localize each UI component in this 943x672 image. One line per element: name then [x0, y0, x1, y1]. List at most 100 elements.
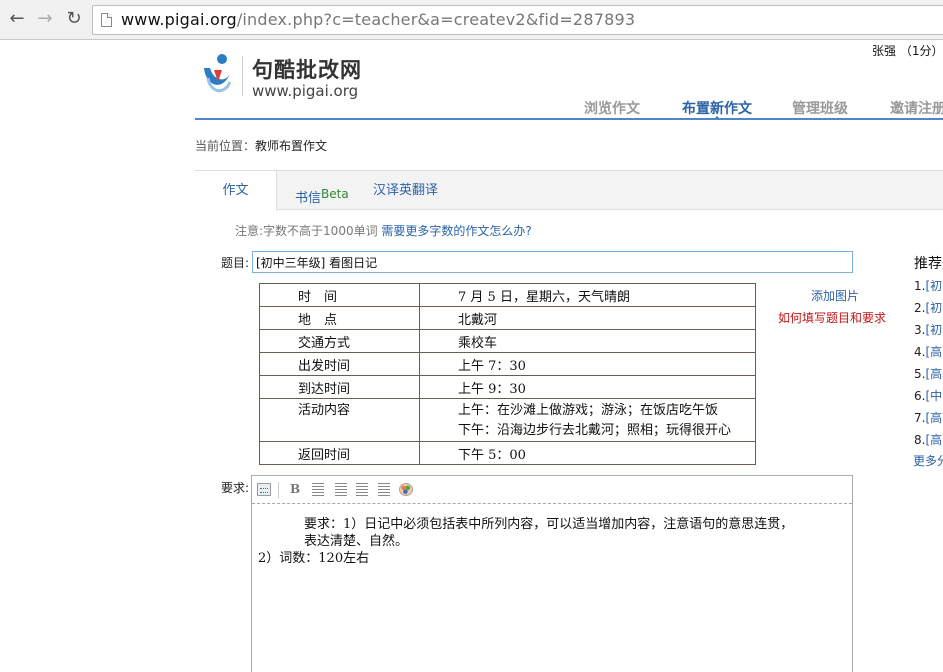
- title-label: 题目:: [221, 256, 250, 270]
- table-row: 出发时间 上午 7：30: [259, 352, 756, 376]
- tab-bar: 作文 书信Beta 汉译英翻译: [195, 170, 943, 211]
- list-item[interactable]: 1.[初: [914, 275, 943, 297]
- table-value: 7 月 5 日，星期六，天气晴朗: [419, 283, 756, 307]
- requirement-line: 要求：1）日记中必须包括表中所列内容，可以适当增加内容，注意语句的意思连贯，: [304, 517, 794, 532]
- activity-afternoon: 下午：沿海边步行去北戴河；照相；玩得很开心: [458, 423, 732, 438]
- item-link[interactable]: [初: [925, 301, 942, 315]
- tab-translation[interactable]: 汉译英翻译: [373, 171, 438, 210]
- item-number: 1.: [914, 279, 926, 293]
- item-link[interactable]: [中: [925, 389, 942, 403]
- tab-letter-label: 书信: [295, 191, 322, 206]
- info-table: 时 间7 月 5 日，星期六，天气晴朗 地 点北戴河 交通方式 乘校车 出发时间上…: [259, 283, 756, 465]
- logo-divider: [242, 56, 243, 96]
- list-item[interactable]: 3.[初: [914, 319, 943, 341]
- toolbar-divider: [278, 482, 279, 498]
- align-justify-icon[interactable]: [378, 483, 390, 496]
- add-image-link[interactable]: 添加图片: [811, 287, 859, 304]
- requirement-line: 2）词数：120左右: [258, 551, 370, 566]
- forward-arrow-icon[interactable]: →: [34, 8, 56, 30]
- list-item[interactable]: 6.[中: [914, 385, 943, 407]
- list-item[interactable]: 2.[初: [914, 297, 943, 319]
- item-number: 6.: [914, 389, 926, 403]
- note-text: 注意:字数不高于1000单词: [235, 224, 378, 238]
- requirements-editor[interactable]: B 要求：1）日记中必须包括表中所列内容，可以适当增加内容，注意语句的意思连贯，…: [251, 475, 853, 672]
- more-words-link[interactable]: 需要更多字数的作文怎么办?: [381, 224, 531, 238]
- breadcrumb-current: 教师布置作文: [255, 139, 328, 153]
- back-arrow-icon[interactable]: ←: [6, 8, 28, 30]
- item-link[interactable]: [高: [925, 345, 942, 359]
- reload-icon[interactable]: ↻: [63, 8, 85, 30]
- table-row: 返回时间 下午 5：00: [259, 441, 756, 465]
- nav-underline: [195, 118, 943, 120]
- breadcrumb: 当前位置：教师布置作文: [195, 137, 327, 154]
- logo-icon: [204, 54, 232, 93]
- title-input[interactable]: [252, 251, 853, 273]
- list-item[interactable]: 8.[高: [914, 429, 943, 451]
- list-item[interactable]: 4.[高: [914, 341, 943, 363]
- recommend-list: 1.[初 2.[初 3.[初 4.[高 5.[高 6.[中 7.[高 8.[高: [914, 275, 943, 451]
- nav-invite[interactable]: 邀请注册: [890, 98, 943, 118]
- table-key: 到达时间: [259, 375, 420, 399]
- table-key: 时 间: [259, 283, 420, 307]
- logo-title[interactable]: 句酷批改网: [252, 54, 362, 84]
- activity-morning: 上午：在沙滩上做游戏；游泳；在饭店吃午饭: [458, 403, 719, 418]
- breadcrumb-prefix: 当前位置：: [195, 139, 256, 153]
- item-link[interactable]: [高: [925, 433, 942, 447]
- table-row: 活动内容 上午：在沙滩上做游戏；游泳；在饭店吃午饭 下午：沿海边步行去北戴河；照相；…: [259, 398, 756, 442]
- table-key: 出发时间: [259, 352, 420, 376]
- editor-content[interactable]: 要求：1）日记中必须包括表中所列内容，可以适当增加内容，注意语句的意思连贯， 表…: [258, 516, 818, 567]
- tab-essay[interactable]: 作文: [195, 171, 277, 211]
- align-center-icon[interactable]: [335, 483, 347, 496]
- table-value: 上午 9：30: [419, 375, 756, 399]
- item-link[interactable]: [高: [925, 367, 942, 381]
- item-link[interactable]: [高: [925, 411, 942, 425]
- recommend-title: 推荐题: [914, 256, 943, 272]
- table-key: 交通方式: [259, 329, 420, 353]
- requirements-label: 要求:: [221, 481, 250, 495]
- table-row: 到达时间 上午 9：30: [259, 375, 756, 399]
- table-row: 时 间7 月 5 日，星期六，天气晴朗: [259, 283, 756, 307]
- user-info[interactable]: 张强 （1分）: [872, 42, 943, 59]
- item-link[interactable]: [初: [925, 279, 942, 293]
- nav-browse[interactable]: 浏览作文: [584, 98, 640, 118]
- main-nav: 浏览作文 布置新作文 管理班级 邀请注册: [560, 98, 943, 120]
- align-left-icon[interactable]: [312, 483, 324, 496]
- table-row: 交通方式 乘校车: [259, 329, 756, 353]
- table-value: 下午 5：00: [419, 441, 756, 465]
- table-key: 活动内容: [259, 398, 420, 442]
- bold-icon[interactable]: B: [290, 483, 304, 496]
- requirement-line: 表达清楚、自然。: [304, 534, 409, 549]
- nav-manage-class[interactable]: 管理班级: [792, 98, 848, 118]
- url-host: www.pigai.org: [121, 10, 237, 29]
- list-item[interactable]: 5.[高: [914, 363, 943, 385]
- page-icon: [101, 13, 112, 27]
- table-value: 上午：在沙滩上做游戏；游泳；在饭店吃午饭 下午：沿海边步行去北戴河；照相；玩得很开…: [419, 398, 756, 442]
- url-text[interactable]: www.pigai.org/index.php?c=teacher&a=crea…: [121, 10, 635, 29]
- color-palette-icon[interactable]: [399, 483, 413, 496]
- more-link[interactable]: 更多分: [913, 452, 943, 469]
- item-number: 2.: [914, 301, 926, 315]
- address-bar[interactable]: www.pigai.org/index.php?c=teacher&a=crea…: [92, 5, 943, 35]
- table-key: 返回时间: [259, 441, 420, 465]
- list-item[interactable]: 7.[高: [914, 407, 943, 429]
- table-value: 乘校车: [419, 329, 756, 353]
- table-row: 地 点北戴河: [259, 306, 756, 330]
- source-icon[interactable]: [257, 483, 271, 496]
- item-link[interactable]: [初: [925, 323, 942, 337]
- how-to-fill-link[interactable]: 如何填写题目和要求: [778, 309, 886, 326]
- item-number: 3.: [914, 323, 926, 337]
- table-value: 上午 7：30: [419, 352, 756, 376]
- align-right-icon[interactable]: [356, 483, 368, 496]
- item-number: 5.: [914, 367, 926, 381]
- tab-letter[interactable]: 书信Beta: [295, 175, 349, 214]
- table-value: 北戴河: [419, 306, 756, 330]
- table-key: 地 点: [259, 306, 420, 330]
- editor-toolbar: B: [252, 476, 852, 504]
- item-number: 8.: [914, 433, 926, 447]
- item-number: 4.: [914, 345, 926, 359]
- nav-assign-new[interactable]: 布置新作文: [682, 98, 752, 118]
- browser-toolbar: ← → ↻ www.pigai.org/index.php?c=teacher&…: [0, 0, 943, 40]
- item-number: 7.: [914, 411, 926, 425]
- url-path: /index.php?c=teacher&a=createv2&fid=2878…: [236, 10, 636, 29]
- beta-badge: Beta: [321, 187, 349, 201]
